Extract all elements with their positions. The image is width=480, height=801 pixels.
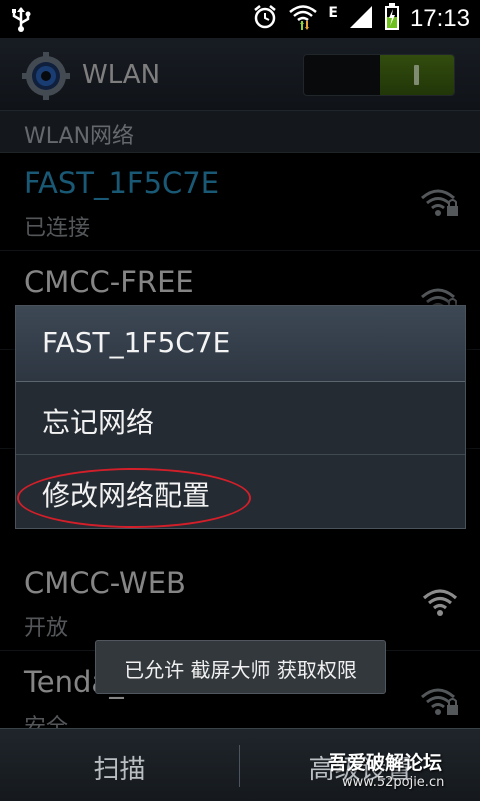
network-type: E bbox=[328, 5, 338, 21]
highlight-ellipse bbox=[17, 468, 251, 528]
network-context-dialog: FAST_1F5C7E 忘记网络 修改网络配置 bbox=[15, 305, 466, 529]
watermark-text: 吾爱破解论坛 bbox=[328, 752, 443, 774]
watermark-url: www.52pojie.cn bbox=[342, 775, 445, 790]
wifi-transfer-icon bbox=[288, 3, 318, 35]
scan-label: 扫描 bbox=[93, 755, 146, 785]
dialog-title-bar: FAST_1F5C7E bbox=[16, 306, 465, 382]
option-label: 忘记网络 bbox=[42, 406, 155, 439]
battery-charging-icon bbox=[384, 3, 400, 35]
divider bbox=[239, 745, 240, 787]
usb-icon bbox=[10, 6, 32, 36]
forget-network-option[interactable]: 忘记网络 bbox=[16, 382, 465, 455]
dialog-title: FAST_1F5C7E bbox=[42, 326, 231, 359]
watermark: 吾爱破解论坛 www.52pojie.cn bbox=[328, 748, 476, 790]
toast-message: 已允许 截屏大师 获取权限 bbox=[95, 640, 386, 694]
alarm-icon bbox=[252, 4, 278, 34]
scan-button[interactable]: 扫描 bbox=[0, 729, 239, 801]
toast-text: 已允许 截屏大师 获取权限 bbox=[124, 658, 357, 682]
status-bar: E 17:13 bbox=[0, 0, 480, 38]
signal-icon bbox=[348, 4, 374, 34]
clock: 17:13 bbox=[409, 5, 470, 32]
